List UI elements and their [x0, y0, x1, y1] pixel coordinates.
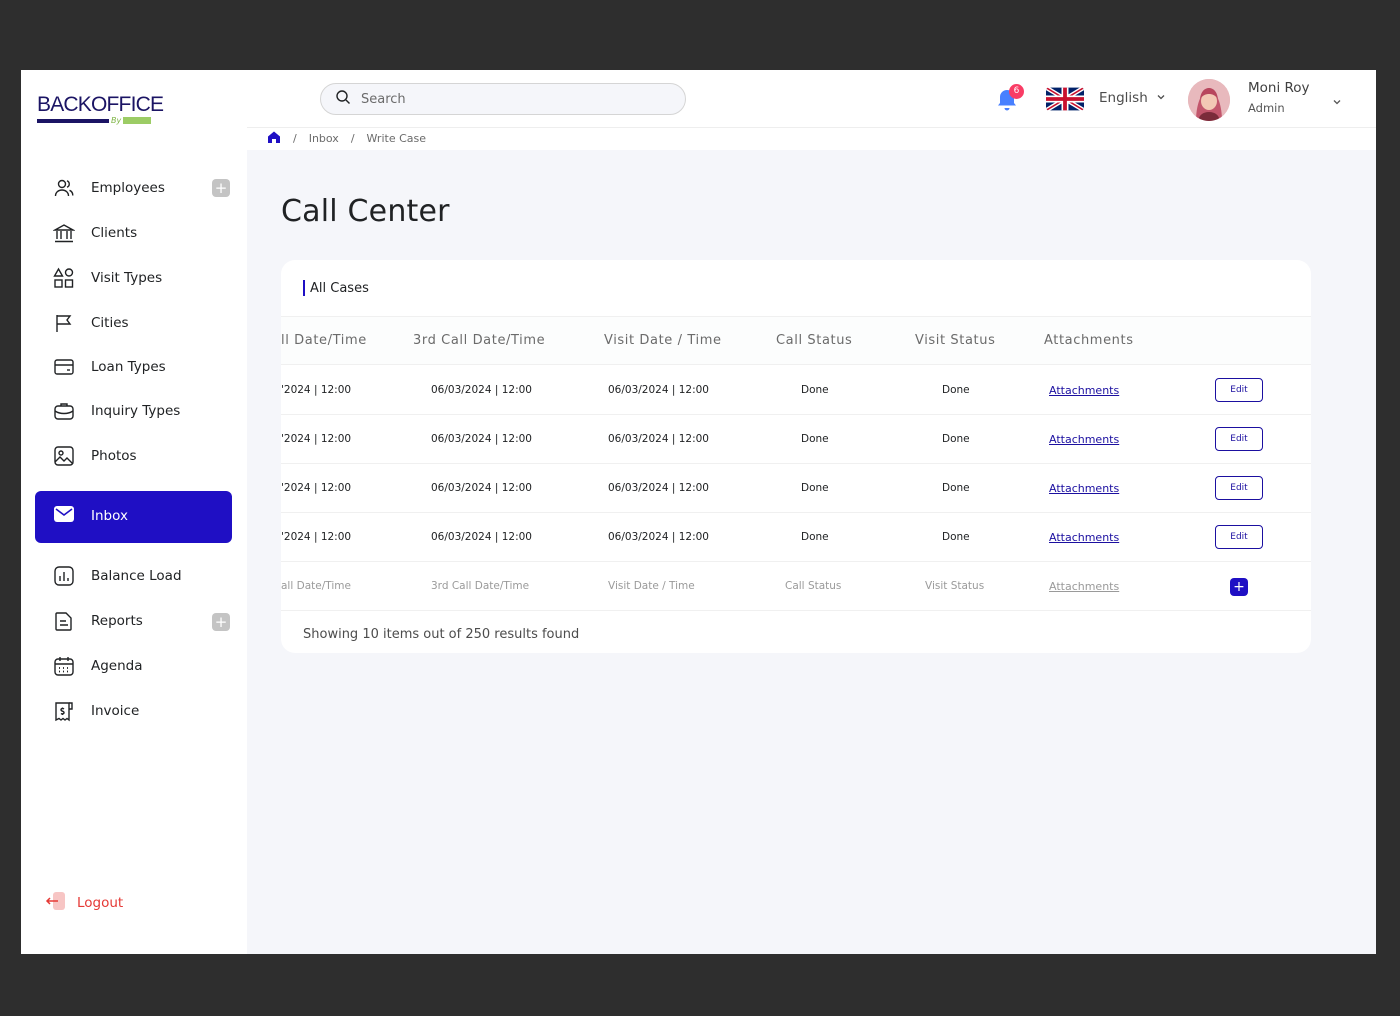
calendar-icon	[53, 655, 75, 677]
add-row-button[interactable]: +	[1230, 578, 1248, 596]
column-header[interactable]: 3rd Call Date/Time	[413, 333, 545, 348]
logout-icon	[45, 890, 67, 916]
sidebar-item-agenda[interactable]: Agenda	[53, 654, 143, 678]
wallet-icon	[53, 356, 75, 378]
attachments-link[interactable]: Attachments	[1049, 531, 1119, 544]
attachments-link[interactable]: Attachments	[1049, 482, 1119, 495]
briefcase-icon	[53, 400, 75, 422]
sidebar-item-inquiry-types[interactable]: Inquiry Types	[53, 399, 180, 423]
app-frame: BACKOFFICE By Employees + Clients Visit …	[21, 70, 1376, 954]
mail-icon	[53, 503, 75, 529]
search-icon	[335, 89, 351, 109]
chart-icon	[53, 565, 75, 587]
table-row: '2024 | 12:00 06/03/2024 | 12:00 06/03/2…	[281, 464, 1311, 513]
page-title: Call Center	[281, 194, 450, 229]
top-header: 6 English Moni Ro	[247, 70, 1376, 128]
sidebar-item-employees[interactable]: Employees	[53, 176, 165, 200]
sidebar-item-visit-types[interactable]: Visit Types	[53, 266, 162, 290]
add-report-button[interactable]: +	[212, 613, 230, 631]
column-header[interactable]: ll Date/Time	[281, 333, 367, 348]
user-name: Moni Roy	[1248, 80, 1310, 96]
column-header[interactable]: Visit Status	[915, 333, 995, 348]
sidebar-item-invoice[interactable]: Invoice	[53, 699, 139, 723]
chevron-down-icon	[1156, 90, 1166, 106]
breadcrumb-write-case: Write Case	[366, 132, 427, 145]
document-icon	[53, 610, 75, 632]
flag-icon	[53, 312, 75, 334]
bank-icon	[53, 222, 75, 244]
edit-button[interactable]: Edit	[1215, 427, 1263, 451]
edit-button[interactable]: Edit	[1215, 476, 1263, 500]
sidebar-item-photos[interactable]: Photos	[53, 444, 137, 468]
sidebar-item-inbox[interactable]: Inbox	[53, 504, 128, 528]
card-title: All Cases	[303, 280, 369, 296]
invoice-icon	[53, 700, 75, 722]
cases-card: All Cases ll Date/Time 3rd Call Date/Tim…	[281, 260, 1311, 653]
sidebar-item-balance-load[interactable]: Balance Load	[53, 564, 182, 588]
column-header[interactable]: Attachments	[1044, 333, 1134, 348]
breadcrumb-inbox[interactable]: Inbox	[309, 132, 339, 145]
edit-button[interactable]: Edit	[1215, 525, 1263, 549]
edit-button[interactable]: Edit	[1215, 378, 1263, 402]
table-row: '2024 | 12:00 06/03/2024 | 12:00 06/03/2…	[281, 415, 1311, 464]
logout-button[interactable]: Logout	[45, 890, 123, 916]
sidebar-item-loan-types[interactable]: Loan Types	[53, 355, 166, 379]
bell-icon	[994, 90, 1020, 116]
search-bar[interactable]	[320, 83, 686, 115]
language-label: English	[1099, 90, 1148, 106]
add-employee-button[interactable]: +	[212, 179, 230, 197]
breadcrumb-bar: / Inbox / Write Case	[247, 128, 1376, 150]
sidebar-item-clients[interactable]: Clients	[53, 221, 137, 245]
search-input[interactable]	[361, 91, 661, 107]
brand-by: By	[111, 116, 122, 125]
column-header[interactable]: Call Status	[776, 333, 852, 348]
breadcrumb: / Inbox / Write Case	[267, 130, 426, 147]
results-summary: Showing 10 items out of 250 results foun…	[303, 627, 580, 642]
uk-flag-icon[interactable]	[1046, 87, 1084, 111]
sidebar: BACKOFFICE By Employees + Clients Visit …	[21, 70, 247, 954]
attachments-link[interactable]: Attachments	[1049, 433, 1119, 446]
sidebar-item-reports[interactable]: Reports	[53, 609, 143, 633]
sidebar-item-cities[interactable]: Cities	[53, 311, 129, 335]
shapes-icon	[53, 267, 75, 289]
column-header[interactable]: Visit Date / Time	[604, 333, 722, 348]
language-selector[interactable]: English	[1099, 90, 1166, 106]
user-menu-chevron-icon[interactable]	[1332, 92, 1342, 111]
table-row: '2024 | 12:00 06/03/2024 | 12:00 06/03/2…	[281, 513, 1311, 562]
brand-name: BACKOFFICE	[37, 93, 164, 116]
table-header: ll Date/Time 3rd Call Date/Time Visit Da…	[281, 316, 1311, 365]
user-role: Admin	[1248, 101, 1285, 115]
attachments-link[interactable]: Attachments	[1049, 580, 1119, 593]
table-row: '2024 | 12:00 06/03/2024 | 12:00 06/03/2…	[281, 366, 1311, 415]
new-entry-row: all Date/Time 3rd Call Date/Time Visit D…	[281, 562, 1311, 611]
home-icon[interactable]	[267, 130, 281, 147]
attachments-link[interactable]: Attachments	[1049, 384, 1119, 397]
brand-logo[interactable]: BACKOFFICE By	[37, 93, 164, 125]
users-icon	[53, 177, 75, 199]
avatar[interactable]	[1188, 79, 1230, 121]
notification-count-badge: 6	[1009, 84, 1024, 99]
image-icon	[53, 445, 75, 467]
